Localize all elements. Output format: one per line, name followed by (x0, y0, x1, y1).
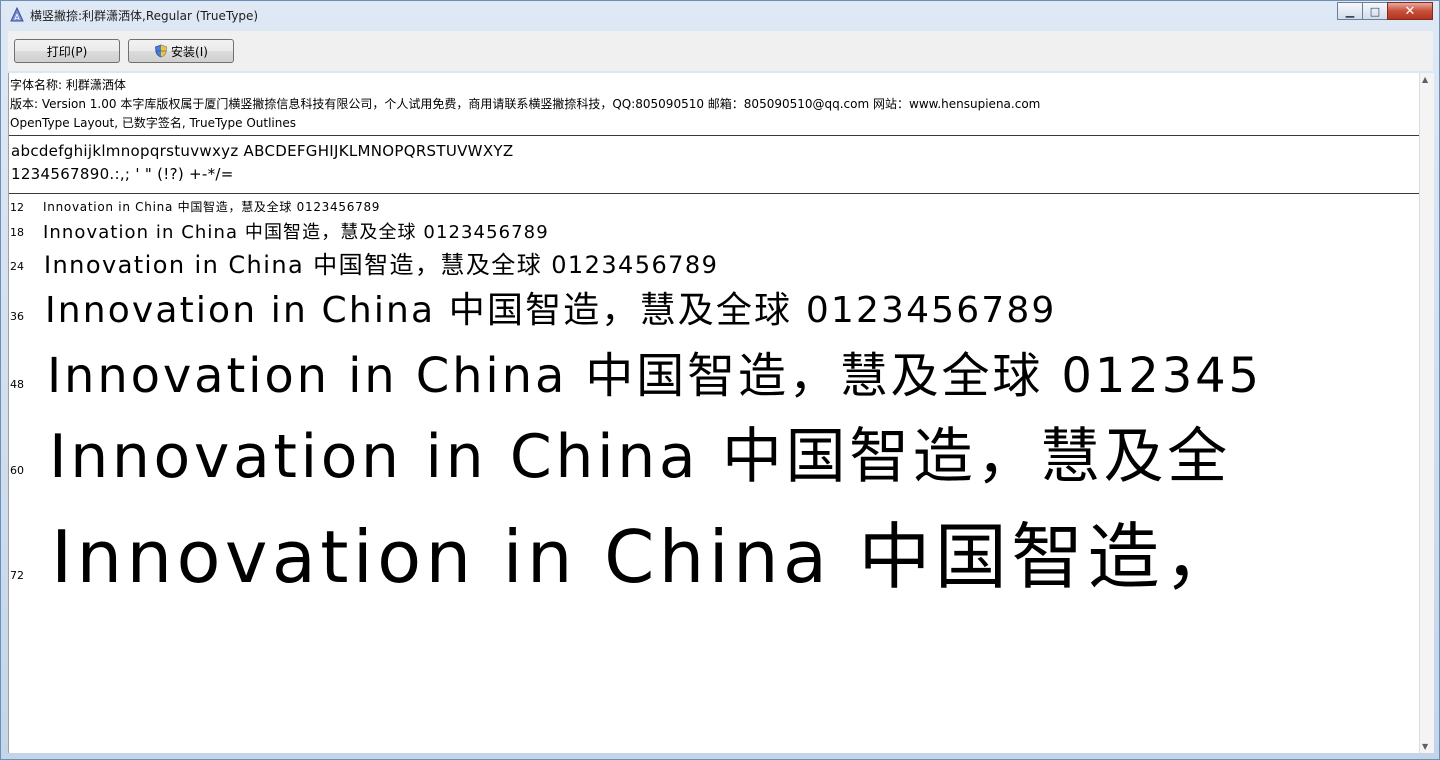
size-label-18: 18 (10, 226, 24, 239)
vertical-scrollbar[interactable]: ▲ ▼ (1419, 73, 1434, 753)
font-preview-area[interactable]: 字体名称: 利群潇洒体 版本: Version 1.00 本字库版权属于厦门横竖… (8, 73, 1419, 753)
scroll-up-arrow-icon[interactable]: ▲ (1422, 75, 1428, 84)
close-button[interactable]: ✕ (1387, 2, 1433, 20)
size-label-60: 60 (10, 464, 24, 477)
svg-text:A: A (14, 13, 20, 22)
divider-1 (9, 135, 1419, 136)
font-name-line: 字体名称: 利群潇洒体 (10, 78, 126, 92)
divider-2 (9, 193, 1419, 194)
sample-text-24: Innovation in China 中国智造，慧及全球 0123456789 (44, 251, 719, 279)
sample-text-48: Innovation in China 中国智造，慧及全球 012345 (47, 348, 1262, 404)
minimize-button[interactable]: ▁ (1337, 2, 1363, 20)
size-label-48: 48 (10, 378, 24, 391)
print-button[interactable]: 打印(P) (14, 39, 120, 63)
size-label-72: 72 (10, 569, 24, 582)
font-viewer-window: A 横竖撇捺:利群潇洒体,Regular (TrueType) ▁ □ ✕ 打印… (0, 0, 1440, 760)
install-button-label: 安装(I) (171, 44, 208, 59)
charset-digits: 1234567890.:,; ' " (!?) +-*/= (11, 165, 234, 183)
minimize-icon: ▁ (1345, 4, 1355, 18)
sample-text-60: Innovation in China 中国智造，慧及全 (49, 422, 1231, 492)
features-line: OpenType Layout, 已数字签名, TrueType Outline… (10, 116, 297, 130)
sample-text-72: Innovation in China 中国智造， (51, 515, 1241, 599)
title-bar[interactable]: A 横竖撇捺:利群潇洒体,Regular (TrueType) ▁ □ ✕ (1, 1, 1439, 29)
charset-letters: abcdefghijklmnopqrstuvwxyz ABCDEFGHIJKLM… (11, 142, 514, 160)
toolbar: 打印(P) 安装(I) (8, 31, 1433, 71)
maximize-button[interactable]: □ (1362, 2, 1388, 20)
version-line: 版本: Version 1.00 本字库版权属于厦门横竖撇捺信息科技有限公司，个… (10, 97, 1041, 111)
window-title: 横竖撇捺:利群潇洒体,Regular (TrueType) (30, 9, 259, 23)
size-label-36: 36 (10, 310, 24, 323)
print-button-label: 打印(P) (46, 44, 88, 59)
sample-text-18: Innovation in China 中国智造，慧及全球 0123456789 (43, 222, 549, 243)
uac-shield-icon (155, 44, 167, 58)
scroll-down-arrow-icon[interactable]: ▼ (1422, 742, 1428, 751)
install-button[interactable]: 安装(I) (128, 39, 234, 63)
close-icon: ✕ (1404, 3, 1416, 19)
size-label-12: 12 (10, 201, 24, 214)
size-label-24: 24 (10, 260, 24, 273)
maximize-icon: □ (1369, 4, 1381, 18)
sample-text-12: Innovation in China 中国智造，慧及全球 0123456789 (43, 200, 381, 214)
sample-text-36: Innovation in China 中国智造，慧及全球 0123456789 (45, 290, 1057, 331)
font-app-icon: A (10, 7, 24, 22)
caption-buttons: ▁ □ ✕ (1337, 2, 1433, 21)
